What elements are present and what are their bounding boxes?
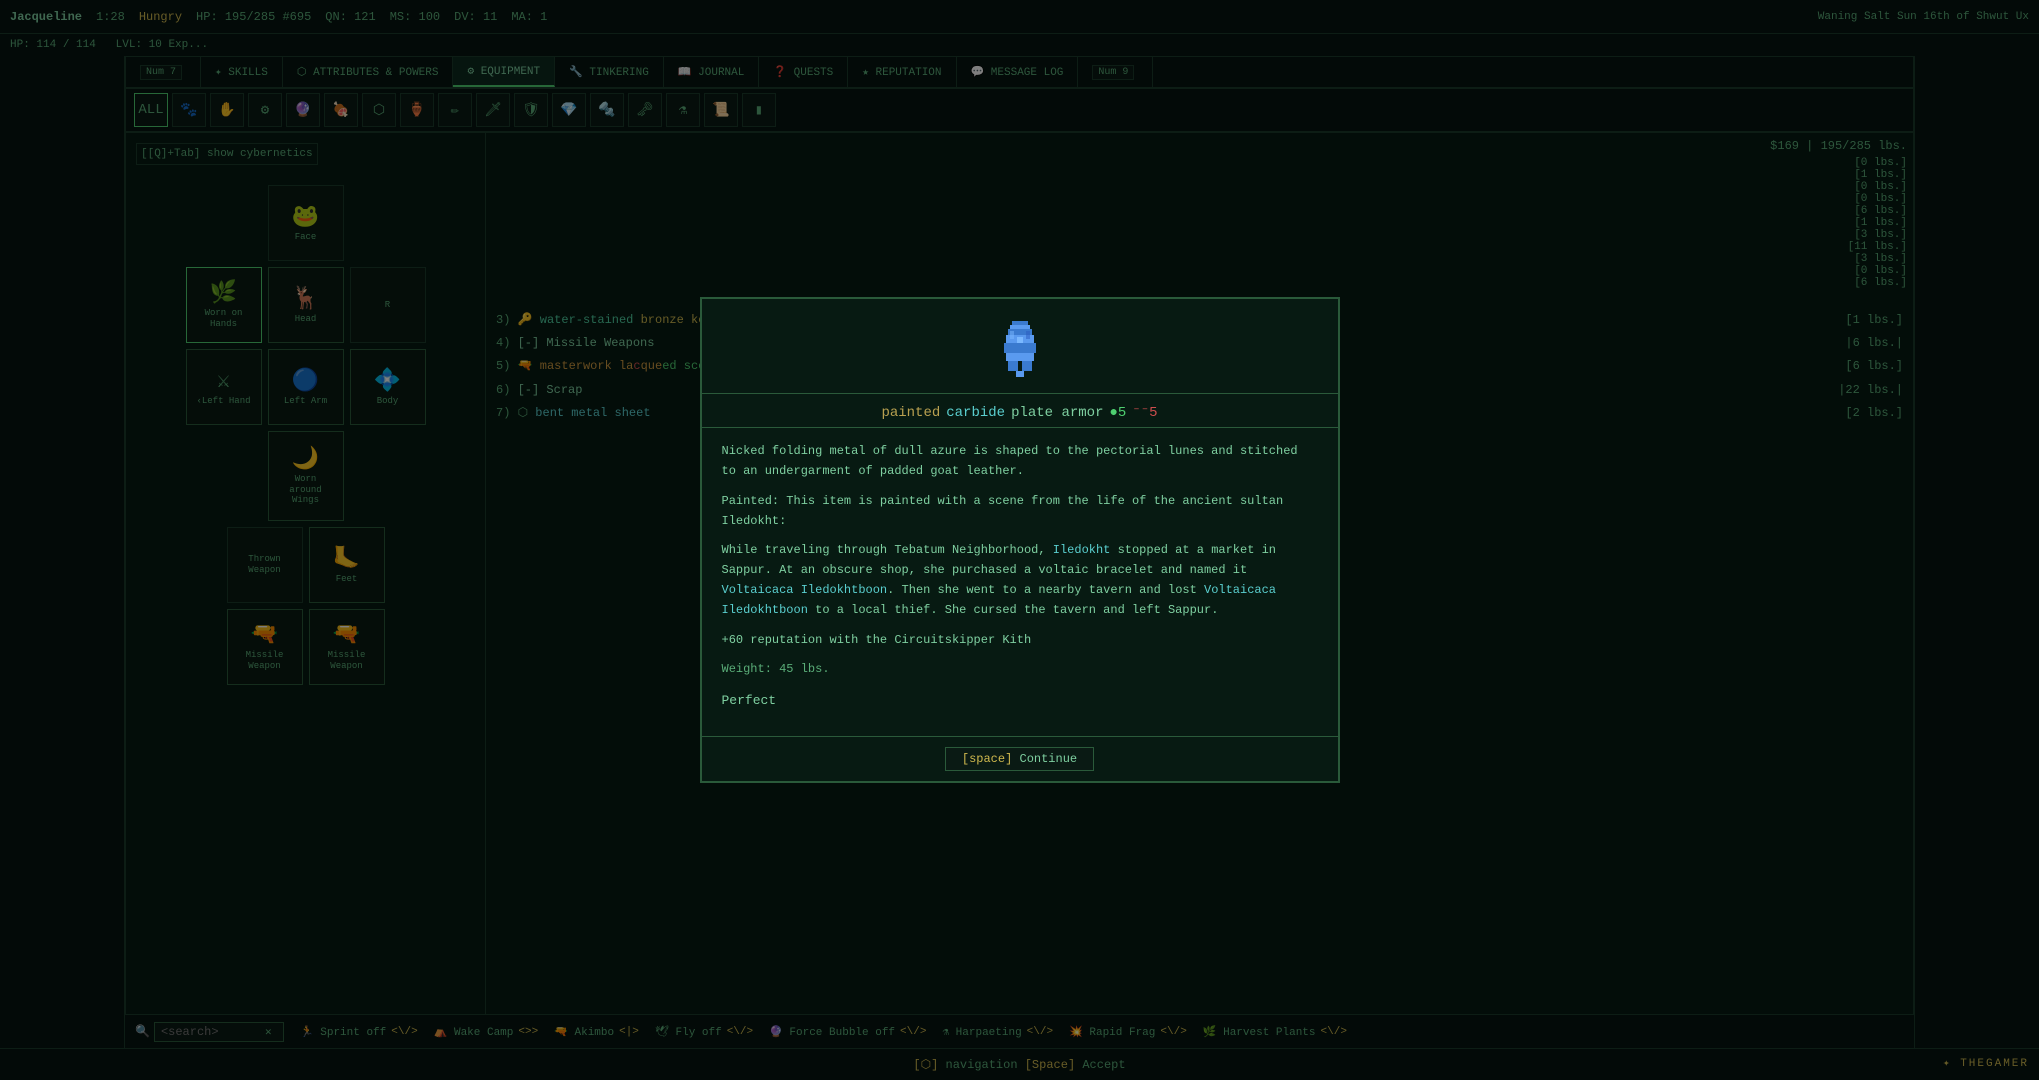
modal-title-plain: plate armor — [1011, 405, 1103, 421]
modal-quality: Perfect — [722, 690, 1318, 711]
modal-overlay: painted carbide plate armor ●5 ⁻⁻5 Nicke… — [0, 0, 2039, 1080]
modal-body: Nicked folding metal of dull azure is sh… — [702, 428, 1338, 735]
armor-sprite — [992, 319, 1048, 383]
modal-title-plus: ●5 — [1109, 405, 1126, 421]
modal-title-carbide: carbide — [946, 405, 1005, 421]
modal-footer: [space] Continue — [702, 736, 1338, 781]
modal-description: Nicked folding metal of dull azure is sh… — [722, 442, 1318, 482]
modal-title-row: painted carbide plate armor ●5 ⁻⁻5 — [702, 394, 1338, 427]
item-detail-modal: painted carbide plate armor ●5 ⁻⁻5 Nicke… — [700, 297, 1340, 782]
modal-sprite-area — [702, 299, 1338, 393]
modal-weight: Weight: 45 lbs. — [722, 660, 1318, 680]
modal-story: While traveling through Tebatum Neighbor… — [722, 541, 1318, 620]
modal-reputation: +60 reputation with the Circuitskipper K… — [722, 631, 1318, 651]
modal-title-painted: painted — [881, 405, 940, 421]
modal-painted-text: Painted: This item is painted with a sce… — [722, 492, 1318, 532]
modal-title-minus: ⁻⁻5 — [1132, 404, 1157, 421]
modal-continue-button[interactable]: [space] Continue — [945, 747, 1094, 771]
